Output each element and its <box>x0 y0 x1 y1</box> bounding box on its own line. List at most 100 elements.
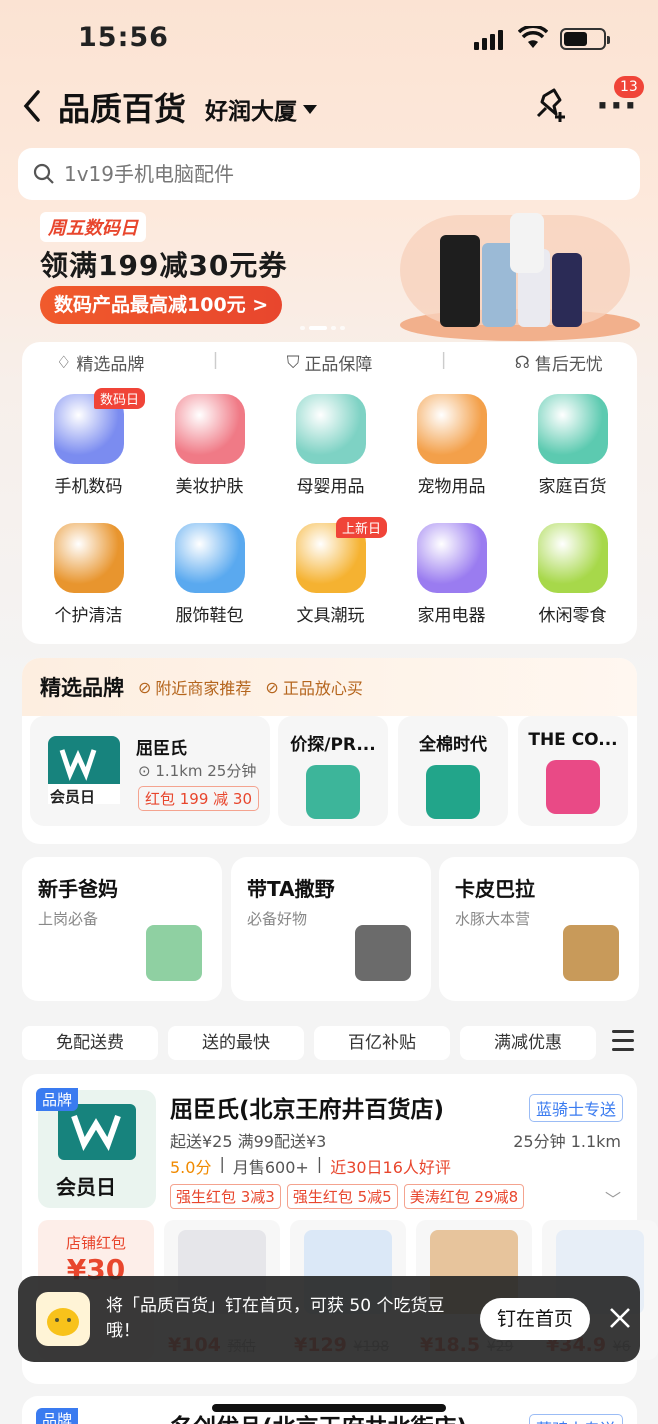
category-item[interactable]: 文具潮玩 上新日 <box>270 517 391 626</box>
app-mascot-icon <box>36 1292 90 1346</box>
category-label: 休闲零食 <box>538 606 607 626</box>
topic-image <box>146 925 202 981</box>
category-item[interactable]: 休闲零食 <box>512 523 633 626</box>
page-title: 品质百货 <box>58 90 187 128</box>
category-item[interactable]: 家用电器 <box>391 523 512 626</box>
category-icon <box>53 523 124 593</box>
topic-card[interactable]: 带TA撒野 必备好物 <box>231 857 431 1001</box>
category-label: 家用电器 <box>417 606 486 626</box>
diamond-icon: ♢ <box>56 352 72 373</box>
category-icon <box>537 394 608 464</box>
category-item[interactable]: 宠物用品 <box>391 394 512 497</box>
category-card: ♢ 精选品牌 | ⛉ 正品保障 | ☊ 售后无忧 手机数码 数码日 美妆护肤 母婴用品 … <box>22 342 637 644</box>
filter-chip[interactable]: 免配送费 <box>22 1026 158 1060</box>
category-label: 文具潮玩 <box>296 606 365 626</box>
search-icon <box>33 163 54 184</box>
category-label: 服饰鞋包 <box>175 606 244 626</box>
brand-tag: 品牌 <box>36 1088 79 1111</box>
banner-phones-image[interactable] <box>380 205 650 345</box>
banner-title: 领满199减30元券 <box>40 249 288 282</box>
category-icon <box>416 394 487 464</box>
brand-mini-card[interactable]: THE CO... <box>518 716 628 826</box>
category-label: 家庭百货 <box>538 477 607 497</box>
close-icon[interactable] <box>608 1306 632 1330</box>
brand-section-title: 精选品牌 <box>40 676 124 700</box>
category-grid: 手机数码 数码日 美妆护肤 母婴用品 宠物用品 家庭百货 个护清洁 服饰鞋包 文具… <box>28 388 633 626</box>
banner-button[interactable]: 数码产品最高减100元 > <box>40 286 283 324</box>
brand-logo <box>306 765 360 819</box>
store-coupon: 美涛红包 29减8 <box>403 1184 525 1209</box>
shop-coupon-label: 店铺红包 <box>65 1234 126 1252</box>
battery-icon <box>560 28 610 50</box>
back-button[interactable] <box>18 88 48 124</box>
category-icon <box>174 394 245 464</box>
search-input[interactable] <box>64 162 604 186</box>
more-options-button[interactable]: ··· <box>596 89 638 123</box>
category-item[interactable]: 手机数码 数码日 <box>28 388 149 497</box>
filter-chip[interactable]: 百亿补贴 <box>314 1026 450 1060</box>
brand-badge-nearby: 附近商家推荐 <box>155 679 252 698</box>
category-item[interactable]: 美妆护肤 <box>149 394 270 497</box>
brand-logo <box>426 765 480 819</box>
brand-logo <box>546 760 600 814</box>
category-icon <box>416 523 487 593</box>
category-label: 母婴用品 <box>296 477 365 497</box>
assurance-aftersale: 售后无忧 <box>534 355 603 375</box>
topic-title: 新手爸妈 <box>38 877 118 901</box>
store-reviews: 近30日16人好评 <box>330 1158 451 1177</box>
brand-main-name: 屈臣氏 <box>136 739 187 759</box>
category-item[interactable]: 个护清洁 <box>28 523 149 626</box>
topic-image <box>355 925 411 981</box>
pin-to-home-button[interactable]: 钉在首页 <box>480 1298 590 1340</box>
watsons-logo <box>58 1104 136 1160</box>
brand-main-card[interactable]: 会员日 屈臣氏 ⊙ 1.1km 25分钟 红包 199 减 30 <box>30 716 270 826</box>
brand-main-distance: ⊙ 1.1km 25分钟 <box>138 762 257 780</box>
carousel-dots <box>300 326 345 330</box>
category-icon <box>537 523 608 593</box>
search-bar[interactable] <box>18 148 640 200</box>
category-item[interactable]: 母婴用品 <box>270 394 391 497</box>
pin-button[interactable] <box>530 86 570 126</box>
menu-icon[interactable] <box>612 1030 634 1057</box>
topic-card[interactable]: 新手爸妈 上岗必备 <box>22 857 222 1001</box>
filter-chip[interactable]: 送的最快 <box>168 1026 304 1060</box>
assurance-genuine: 正品保障 <box>304 355 373 375</box>
pin-to-home-toast: 将「品质百货」钉在首页，可获 50 个吃货豆哦！ 钉在首页 <box>18 1276 640 1362</box>
pushpin-add-icon <box>536 88 565 122</box>
store-score: 5.0分 <box>170 1158 212 1177</box>
chevron-down-icon[interactable]: ﹀ <box>605 1186 621 1210</box>
brand-mini-name: 全棉时代 <box>419 735 487 755</box>
delivery-badge: 蓝骑士专送 <box>528 1414 623 1424</box>
brand-mini-card[interactable]: 价探/PR... <box>278 716 388 826</box>
category-icon <box>295 394 366 464</box>
home-indicator <box>212 1404 446 1412</box>
store-member-label: 会员日 <box>56 1175 116 1199</box>
check-circle-icon: ⊘ <box>265 677 279 697</box>
filter-chip[interactable]: 满减优惠 <box>460 1026 596 1060</box>
topic-card[interactable]: 卡皮巴拉 水豚大本营 <box>439 857 639 1001</box>
toast-message: 将「品质百货」钉在首页，可获 50 个吃货豆哦！ <box>106 1296 445 1341</box>
category-label: 个护清洁 <box>54 606 123 626</box>
category-label: 宠物用品 <box>417 477 486 497</box>
headset-icon: ☊ <box>514 352 530 373</box>
banner-tag: 周五数码日 <box>40 212 146 242</box>
category-label: 美妆护肤 <box>175 477 244 497</box>
topic-title: 卡皮巴拉 <box>455 877 535 901</box>
category-tag: 上新日 <box>336 517 388 538</box>
brand-badge-genuine: 正品放心买 <box>282 679 363 698</box>
wifi-icon <box>517 24 549 54</box>
brand-section: 精选品牌 ⊘ 附近商家推荐 ⊘ 正品放心买 会员日 屈臣氏 ⊙ 1.1km 25分钟… <box>22 658 637 844</box>
brand-mini-card[interactable]: 全棉时代 <box>398 716 508 826</box>
location-label: 好润大厦 <box>205 99 297 125</box>
topic-title: 带TA撒野 <box>247 877 335 901</box>
brand-main-coupon: 红包 199 减 30 <box>138 786 260 811</box>
location-selector[interactable]: 好润大厦 <box>205 92 317 126</box>
category-item[interactable]: 服饰鞋包 <box>149 523 270 626</box>
check-circle-icon: ⊘ <box>138 677 152 697</box>
delivery-eta: 25分钟 1.1km <box>513 1132 621 1151</box>
category-item[interactable]: 家庭百货 <box>512 394 633 497</box>
delivery-fee: 起送¥25 满99配送¥3 <box>170 1132 327 1151</box>
chevron-left-icon <box>23 90 40 122</box>
cellular-signal-icon <box>474 30 503 50</box>
status-time: 15:56 <box>78 22 169 53</box>
